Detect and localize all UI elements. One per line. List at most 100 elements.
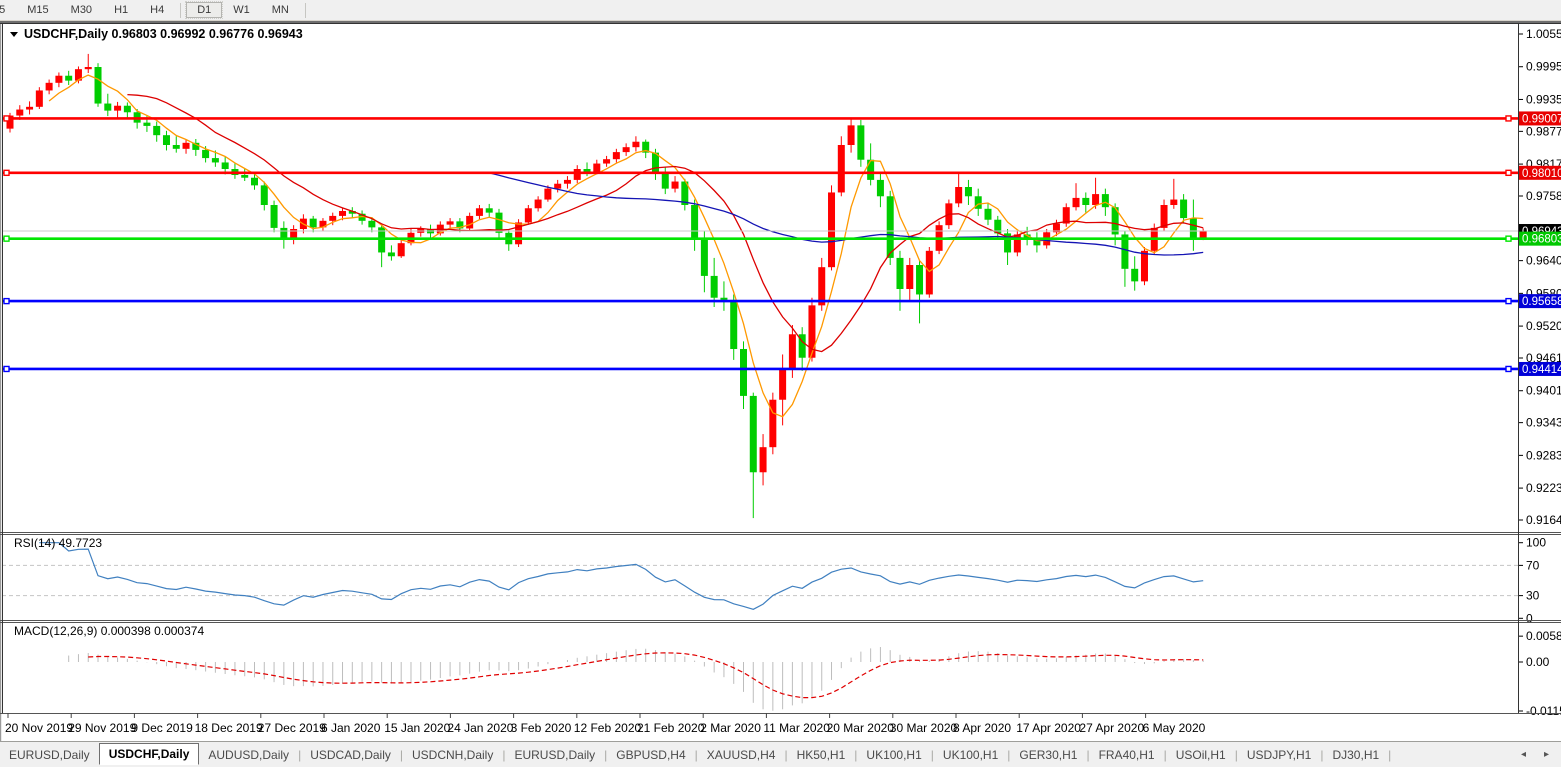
timeframe-button-M30[interactable]: M30 [60, 2, 103, 18]
timeframe-button-W1[interactable]: W1 [222, 2, 261, 18]
support-line-handle[interactable] [4, 366, 9, 371]
chart-tab-usdchf-daily[interactable]: USDCHF,Daily [99, 743, 200, 765]
candle-down [310, 219, 317, 228]
bid-line-handle[interactable] [4, 236, 9, 241]
candle-down [750, 396, 757, 472]
chart-tab-uk100-h1[interactable]: UK100,H1 [857, 744, 930, 766]
support-line-handle[interactable] [1506, 366, 1511, 371]
candle-down [1082, 198, 1089, 205]
chart-tab-uk100-h1[interactable]: UK100,H1 [934, 744, 1007, 766]
candle-up [789, 334, 796, 368]
chart-tab-usdcad-daily[interactable]: USDCAD,Daily [301, 744, 400, 766]
chart-tab-eurusd-daily[interactable]: EURUSD,Daily [0, 744, 99, 766]
candle-down [1180, 200, 1187, 219]
date-axis-label: 24 Jan 2020 [447, 721, 513, 735]
support-line-handle[interactable] [4, 299, 9, 304]
macd-label: MACD(12,26,9) 0.000398 0.000374 [14, 624, 204, 638]
candle-up [623, 147, 630, 152]
candle-up [535, 200, 542, 209]
resistance-line-handle[interactable] [4, 170, 9, 175]
price-axis-label: 0.99955 [1526, 60, 1561, 74]
chart-tab-dj30-h1[interactable]: DJ30,H1 [1323, 744, 1388, 766]
chart-tab-usoil-h1[interactable]: USOil,H1 [1167, 744, 1235, 766]
resistance-line-handle[interactable] [1506, 170, 1511, 175]
candle-up [466, 216, 473, 229]
price-axis-label: 1.00555 [1526, 27, 1561, 41]
chart-window[interactable]: USDCHF,Daily 0.96803 0.96992 0.96776 0.9… [0, 21, 1561, 741]
chart-tab-fra40-h1[interactable]: FRA40,H1 [1090, 744, 1164, 766]
candle-down [153, 126, 160, 135]
chart-title: USDCHF,Daily 0.96803 0.96992 0.96776 0.9… [10, 27, 303, 41]
chart-tab-eurusd-daily[interactable]: EURUSD,Daily [505, 744, 604, 766]
candle-up [779, 369, 786, 400]
chart-tab-audusd-daily[interactable]: AUDUSD,Daily [199, 744, 298, 766]
date-axis-label: 9 Dec 2019 [131, 721, 193, 735]
support-line-handle[interactable] [1506, 299, 1511, 304]
candle-down [867, 160, 874, 180]
rsi-axis-label: 100 [1526, 536, 1546, 550]
chart-tab-xauusd-h4[interactable]: XAUUSD,H4 [698, 744, 785, 766]
price-axis-label: 0.92230 [1526, 481, 1561, 495]
candle-up [447, 221, 454, 224]
candle-up [55, 76, 62, 83]
chart-tab-usdjpy-h1[interactable]: USDJPY,H1 [1238, 744, 1320, 766]
candle-down [740, 349, 747, 396]
candle-up [1161, 205, 1168, 228]
candle-down [65, 76, 72, 81]
candle-up [525, 208, 532, 222]
candle-down [896, 258, 903, 289]
timeframe-button-M15[interactable]: M15 [16, 2, 59, 18]
timeframe-button-H1[interactable]: H1 [103, 2, 139, 18]
candle-up [554, 184, 561, 189]
candle-down [887, 196, 894, 258]
tab-scroll-right-icon[interactable]: ▸ [1544, 749, 1549, 760]
chart-tab-hk50-h1[interactable]: HK50,H1 [788, 744, 855, 766]
price-chart-canvas[interactable]: USDCHF,Daily 0.96803 0.96992 0.96776 0.9… [0, 21, 1561, 741]
date-axis-label: 27 Apr 2020 [1079, 721, 1144, 735]
candle-up [926, 251, 933, 295]
timeframe-button-MN[interactable]: MN [261, 2, 300, 18]
resistance-line-handle[interactable] [1506, 116, 1511, 121]
price-axis-label: 0.91645 [1526, 513, 1561, 527]
price-axis-label: 0.98770 [1526, 124, 1561, 138]
candle-up [36, 90, 43, 106]
candle-down [691, 205, 698, 238]
date-axis-label: 6 Jan 2020 [321, 721, 381, 735]
macd-axis-label: 0.00 [1526, 655, 1550, 669]
rsi-axis-label: 70 [1526, 558, 1540, 572]
timeframe-button-H4[interactable]: H4 [139, 2, 175, 18]
candle-down [1190, 218, 1197, 239]
chart-tab-ger30-h1[interactable]: GER30,H1 [1010, 744, 1086, 766]
date-axis-label: 20 Mar 2020 [827, 721, 895, 735]
date-axis-label: 11 Mar 2020 [763, 721, 830, 735]
timeframe-button-D1[interactable]: D1 [186, 2, 222, 18]
chart-title-text: USDCHF,Daily 0.96803 0.96992 0.96776 0.9… [24, 27, 303, 41]
price-axis-label: 0.99355 [1526, 92, 1561, 106]
chart-tab-usdcnh-daily[interactable]: USDCNH,Daily [403, 744, 502, 766]
date-axis-label: 18 Dec 2019 [195, 721, 263, 735]
candle-down [368, 221, 375, 228]
date-axis-label: 21 Feb 2020 [637, 721, 705, 735]
price-axis-label: 0.92830 [1526, 448, 1561, 462]
tab-scroll-left-icon[interactable]: ◂ [1521, 749, 1526, 760]
support-line-badge-label: 0.94414 [1522, 364, 1561, 376]
toolbar-separator [180, 3, 181, 18]
candle-down [212, 158, 219, 162]
candle-up [46, 83, 53, 91]
candle-down [730, 300, 737, 349]
macd-axis-label: 0.005818 [1526, 629, 1561, 643]
candle-down [486, 208, 493, 212]
date-axis-label: 8 Apr 2020 [953, 721, 1011, 735]
window-frame-left [0, 24, 1, 741]
resistance-line-handle[interactable] [4, 116, 9, 121]
candle-down [857, 125, 864, 159]
chart-tab-gbpusd-h4[interactable]: GBPUSD,H4 [607, 744, 694, 766]
tab-scroll-arrows: ◂ ▸ [1521, 749, 1561, 760]
timeframe-button-15[interactable]: 15 [0, 2, 16, 18]
price-axis-label: 0.97585 [1526, 189, 1561, 203]
resistance-line-badge-label: 0.99007 [1522, 113, 1561, 125]
bid-line-handle[interactable] [1506, 236, 1511, 241]
support-line-badge-label: 0.95658 [1522, 296, 1561, 308]
candle-down [261, 185, 268, 205]
candle-down [965, 187, 972, 196]
